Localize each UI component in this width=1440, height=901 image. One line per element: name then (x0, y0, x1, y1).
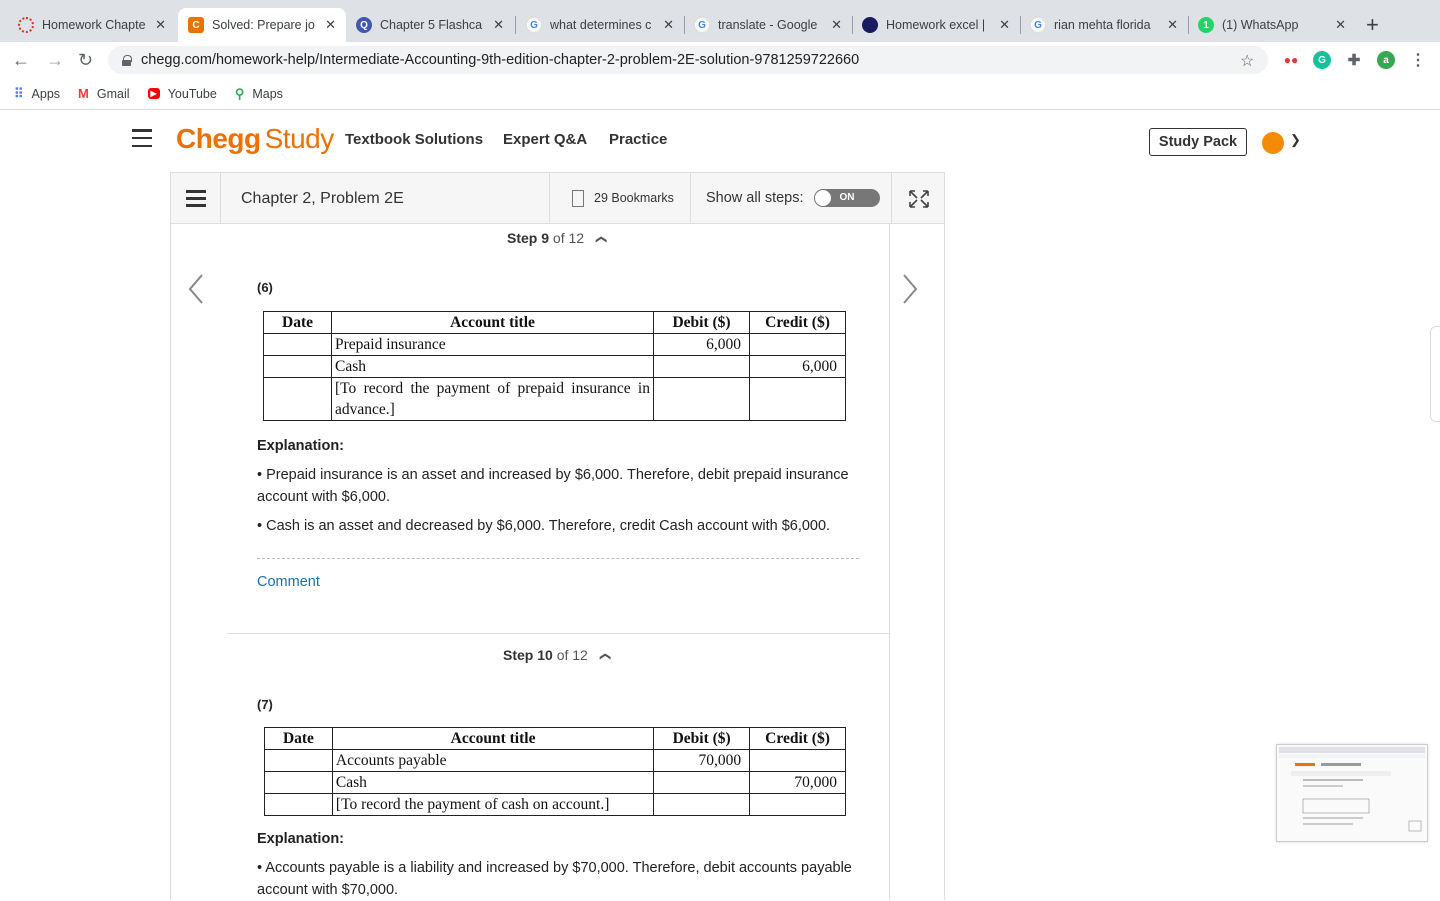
back-arrow-icon[interactable]: ← (12, 50, 30, 71)
hamburger-menu-icon[interactable] (132, 129, 152, 147)
close-icon[interactable]: ✕ (663, 17, 674, 33)
left-gutter (170, 224, 227, 900)
reload-icon[interactable]: ↻ (78, 50, 93, 71)
chegg-c-icon: C (188, 17, 204, 33)
previous-step-arrow-icon[interactable] (186, 273, 206, 305)
close-icon[interactable]: ✕ (999, 17, 1010, 33)
address-bar[interactable]: chegg.com/homework-help/Intermediate-Acc… (108, 46, 1268, 74)
table-header-row: Date Account title Debit ($) Credit ($) (264, 727, 846, 750)
brainly-icon (862, 17, 878, 33)
problem-title: Chapter 2, Problem 2E (241, 190, 404, 207)
section-number: (6) (257, 280, 273, 295)
quizlet-q-icon: Q (356, 17, 372, 33)
close-icon[interactable]: ✕ (325, 17, 336, 33)
section-number: (7) (257, 697, 273, 712)
youtube-icon: ▶ (147, 88, 160, 99)
bookmark-icon (572, 189, 584, 207)
nav-textbook-solutions[interactable]: Textbook Solutions (345, 131, 483, 148)
journal-entry-table: Date Account title Debit ($) Credit ($) … (264, 727, 846, 816)
bookmark-star-icon[interactable]: ☆ (1240, 51, 1254, 71)
problem-header-bar: Chapter 2, Problem 2E 29 Bookmarks Show … (170, 172, 945, 224)
gmail-icon: M (78, 86, 89, 101)
chegg-study-logo[interactable]: Chegg Study (176, 123, 334, 155)
explanation-text: • Prepaid insurance is an asset and incr… (257, 467, 849, 505)
chevron-up-icon[interactable]: ❯ (598, 652, 611, 661)
browser-tab[interactable]: G rian mehta florida ✕ (1020, 8, 1188, 42)
browser-tab[interactable]: Homework excel | ✕ (852, 8, 1020, 42)
show-all-steps: Show all steps: ON (706, 189, 880, 207)
explanation-heading: Explanation: (257, 438, 345, 454)
maps-pin-icon: ⚲ (234, 85, 245, 101)
new-tab-button[interactable]: + (1366, 12, 1379, 38)
step-header[interactable]: Step 10 of 12 ❯ (503, 647, 611, 663)
browser-tab[interactable]: G translate - Google ✕ (684, 8, 852, 42)
extensions-puzzle-icon[interactable]: ✚ (1345, 51, 1363, 69)
chevron-down-icon[interactable]: ❯ (1290, 132, 1301, 148)
journal-entry-table: Date Account title Debit ($) Credit ($) … (263, 311, 846, 421)
bookmark-gmail[interactable]: M Gmail (78, 86, 130, 101)
grammarly-icon[interactable]: G (1313, 51, 1331, 69)
browser-tab[interactable]: Q Chapter 5 Flashca ✕ (346, 8, 514, 42)
forward-arrow-icon[interactable]: → (46, 50, 64, 71)
nav-practice[interactable]: Practice (609, 131, 667, 148)
study-pack-button[interactable]: Study Pack (1149, 128, 1247, 156)
browser-tab[interactable]: 1 (1) WhatsApp ✕ (1188, 8, 1356, 42)
bookmark-maps[interactable]: ⚲ Maps (235, 86, 283, 102)
table-row: Cash 70,000 (264, 771, 846, 794)
divider (257, 558, 859, 559)
step-divider (227, 633, 889, 634)
next-step-arrow-icon[interactable] (900, 273, 920, 305)
comment-link[interactable]: Comment (257, 574, 320, 590)
browser-toolbar: ← → ↻ chegg.com/homework-help/Intermedia… (0, 42, 1440, 78)
browser-tab-active[interactable]: C Solved: Prepare jo ✕ (178, 8, 346, 42)
extension-icon[interactable]: ●● (1282, 51, 1300, 69)
google-g-icon: G (694, 17, 710, 33)
bookmarks-bar: ⠿ Apps M Gmail ▶ YouTube ⚲ Maps (0, 78, 1440, 110)
close-icon[interactable]: ✕ (1335, 17, 1346, 33)
table-row: Cash 6,000 (263, 355, 846, 378)
google-g-icon: G (1030, 17, 1046, 33)
bookmark-youtube[interactable]: ▶ YouTube (147, 87, 217, 101)
google-g-icon: G (526, 17, 542, 33)
nav-expert-qa[interactable]: Expert Q&A (503, 131, 587, 148)
bookmarks-button[interactable]: 29 Bookmarks (549, 173, 691, 223)
url-text: chegg.com/homework-help/Intermediate-Acc… (141, 52, 860, 68)
browser-tab[interactable]: G what determines c ✕ (516, 8, 684, 42)
show-steps-toggle[interactable]: ON (813, 189, 880, 207)
chegg-header: Chegg Study Textbook Solutions Expert Q&A… (0, 111, 1440, 171)
step-header[interactable]: Step 9 of 12 ❯ (507, 230, 607, 246)
close-icon[interactable]: ✕ (831, 17, 842, 33)
table-row: [To record the payment of prepaid insura… (263, 377, 846, 421)
close-icon[interactable]: ✕ (1167, 17, 1178, 33)
explanation-heading: Explanation: (257, 831, 345, 847)
browser-tab-strip: Homework Chapte ✕ C Solved: Prepare jo ✕… (0, 0, 1440, 42)
table-row: Prepaid insurance 6,000 (263, 333, 846, 356)
profile-avatar[interactable]: a (1377, 51, 1395, 69)
right-gutter (889, 224, 945, 900)
table-row: Accounts payable 70,000 (264, 749, 846, 772)
explanation-text: • Cash is an asset and decreased by $6,0… (257, 518, 831, 534)
table-header-row: Date Account title Debit ($) Credit ($) (263, 311, 846, 334)
lock-icon (122, 54, 132, 66)
bookmark-apps[interactable]: ⠿ Apps (14, 86, 60, 102)
apps-grid-icon: ⠿ (14, 85, 24, 101)
user-avatar[interactable] (1262, 132, 1284, 154)
explanation-text: • Accounts payable is a liability and in… (257, 860, 852, 898)
close-icon[interactable]: ✕ (155, 17, 166, 33)
chegg-ring-icon (18, 17, 34, 33)
menu-kebab-icon[interactable]: ⋮ (1409, 51, 1427, 69)
page-thumbnail-preview[interactable] (1276, 744, 1428, 842)
browser-tab[interactable]: Homework Chapte ✕ (8, 8, 176, 42)
close-icon[interactable]: ✕ (493, 17, 504, 33)
table-row: [To record the payment of cash on accoun… (264, 793, 846, 816)
expand-icon[interactable] (891, 173, 945, 223)
chevron-up-icon[interactable]: ❯ (594, 235, 607, 244)
side-panel-tab[interactable] (1430, 326, 1440, 422)
whatsapp-icon: 1 (1198, 17, 1214, 33)
list-icon[interactable] (171, 173, 221, 223)
